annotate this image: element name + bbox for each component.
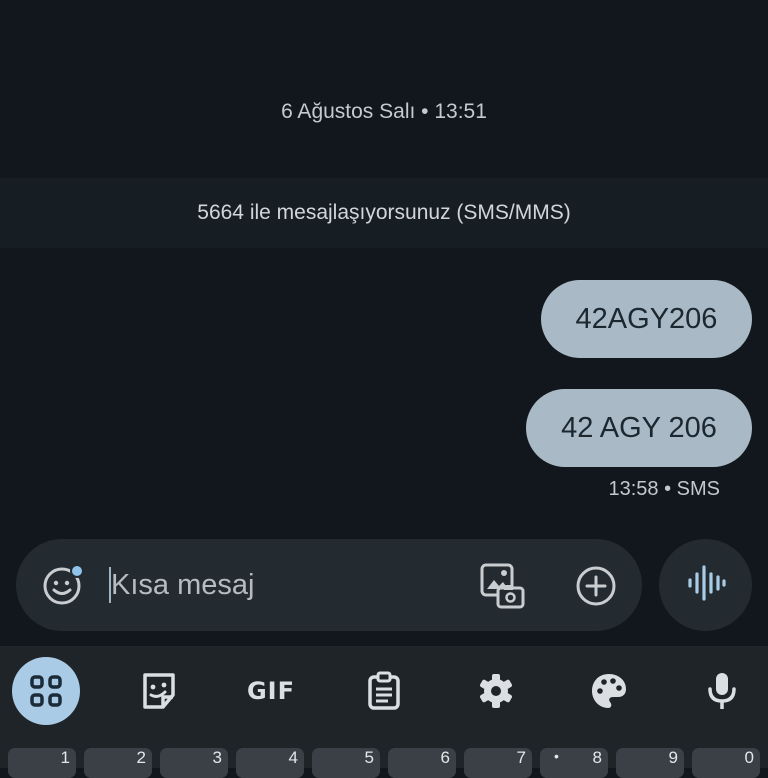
key-0[interactable]: 0 xyxy=(692,748,760,778)
message-bubble[interactable]: 42 AGY 206 xyxy=(526,389,752,467)
key-3[interactable]: 3 xyxy=(160,748,228,778)
gallery-icon[interactable] xyxy=(478,562,526,610)
key-6[interactable]: 6 xyxy=(388,748,456,778)
message-input[interactable]: Kısa mesaj xyxy=(109,564,439,606)
mic-icon[interactable] xyxy=(688,657,756,725)
message-bubble[interactable]: 42AGY206 xyxy=(541,280,752,358)
keyboard-toolbar: GIF xyxy=(0,646,768,736)
key-9[interactable]: 9 xyxy=(616,748,684,778)
message-timestamp: 13:58 • SMS xyxy=(608,478,720,500)
key-8-label: 8 xyxy=(592,748,602,767)
apps-icon[interactable] xyxy=(12,657,80,725)
composer-bar: Kısa mesaj xyxy=(16,539,642,631)
palette-icon[interactable] xyxy=(575,657,643,725)
sticker-icon[interactable] xyxy=(125,657,193,725)
voice-message-button[interactable] xyxy=(659,539,752,631)
number-row: 1 2 3 4 5 6 7 • 8 9 0 xyxy=(0,736,768,778)
key-5[interactable]: 5 xyxy=(312,748,380,778)
clipboard-icon[interactable] xyxy=(350,657,418,725)
key-7[interactable]: 7 xyxy=(464,748,532,778)
key-8-dot: • xyxy=(554,748,559,764)
message-placeholder: Kısa mesaj xyxy=(111,568,255,601)
message-text: 42 AGY 206 xyxy=(561,411,717,444)
date-header: 6 Ağustos Salı • 13:51 xyxy=(281,100,487,123)
message-text: 42AGY206 xyxy=(575,302,718,335)
key-2[interactable]: 2 xyxy=(84,748,152,778)
plus-icon[interactable] xyxy=(573,563,619,609)
key-1[interactable]: 1 xyxy=(8,748,76,778)
gif-button[interactable]: GIF xyxy=(237,657,305,725)
info-banner: 5664 ile mesajlaşıyorsunuz (SMS/MMS) xyxy=(0,178,768,248)
gif-label: GIF xyxy=(246,677,296,705)
voice-icon xyxy=(686,563,726,608)
settings-icon[interactable] xyxy=(462,657,530,725)
info-banner-text: 5664 ile mesajlaşıyorsunuz (SMS/MMS) xyxy=(197,201,571,224)
emoji-icon[interactable] xyxy=(42,564,84,606)
key-8[interactable]: • 8 xyxy=(540,748,608,778)
key-4[interactable]: 4 xyxy=(236,748,304,778)
